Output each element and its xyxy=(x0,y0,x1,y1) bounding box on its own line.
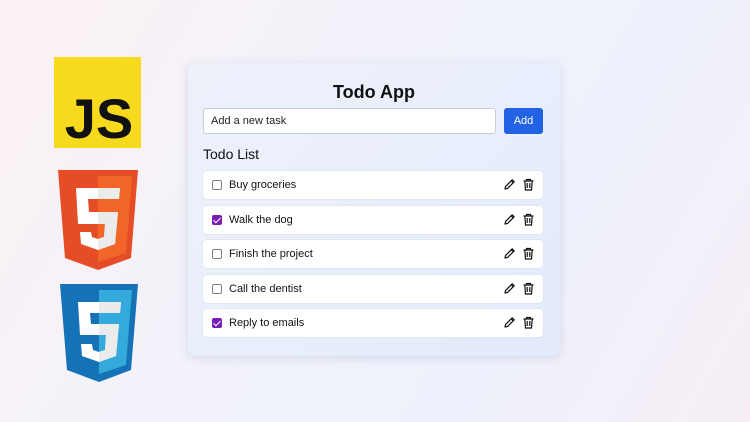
javascript-logo: JS xyxy=(54,57,141,148)
todo-text: Walk the dog xyxy=(229,213,293,226)
todo-text: Buy groceries xyxy=(229,179,297,191)
new-task-input[interactable] xyxy=(203,108,496,134)
list-title: Todo List xyxy=(203,146,260,162)
pencil-icon[interactable] xyxy=(503,213,516,226)
todo-text: Reply to emails xyxy=(229,317,305,330)
todo-app-card: Todo App Add Todo List Buy groceries Wal… xyxy=(188,63,560,356)
todo-text: Finish the project xyxy=(229,248,313,261)
pencil-icon[interactable] xyxy=(503,247,516,260)
svg-text:JS: JS xyxy=(65,87,134,148)
todo-list: Buy groceries Walk the dog Finish the pr… xyxy=(203,171,543,344)
todo-checkbox[interactable] xyxy=(212,180,222,190)
trash-icon[interactable] xyxy=(522,247,535,260)
todo-checkbox[interactable] xyxy=(212,214,222,225)
pencil-icon[interactable] xyxy=(503,282,516,295)
todo-checkbox[interactable] xyxy=(212,283,222,294)
trash-icon[interactable] xyxy=(522,282,535,295)
todo-text: Call the dentist xyxy=(229,282,302,295)
trash-icon[interactable] xyxy=(522,213,535,226)
todo-checkbox[interactable] xyxy=(212,249,222,260)
app-title: Todo App xyxy=(333,82,415,102)
todo-item: Reply to emails xyxy=(203,309,543,338)
todo-checkbox[interactable] xyxy=(212,318,222,329)
todo-item: Buy groceries xyxy=(203,171,543,199)
trash-icon[interactable] xyxy=(522,178,535,191)
css3-logo xyxy=(60,284,138,382)
trash-icon[interactable] xyxy=(522,316,535,329)
add-button[interactable]: Add xyxy=(504,108,543,134)
todo-item: Finish the project xyxy=(203,240,543,269)
pencil-icon[interactable] xyxy=(503,178,516,191)
todo-item: Walk the dog xyxy=(203,205,543,234)
pencil-icon[interactable] xyxy=(503,316,516,329)
html5-logo xyxy=(58,170,138,270)
todo-item: Call the dentist xyxy=(203,274,543,303)
